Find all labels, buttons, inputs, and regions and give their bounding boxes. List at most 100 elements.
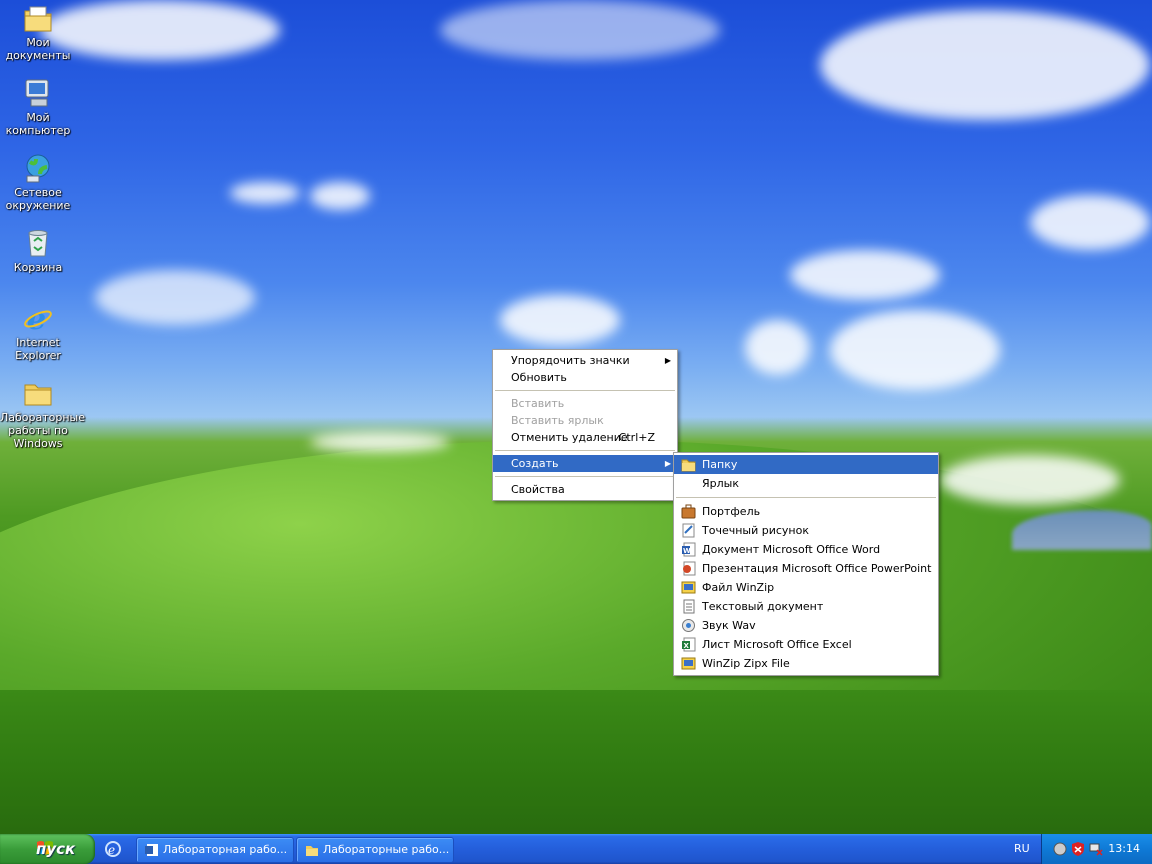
submenu-item-text-doc[interactable]: Текстовый документ bbox=[674, 597, 938, 616]
briefcase-icon bbox=[681, 504, 696, 519]
submenu-item-bitmap[interactable]: Точечный рисунок bbox=[674, 521, 938, 540]
language-indicator[interactable]: RU bbox=[1014, 842, 1030, 855]
cloud bbox=[230, 182, 300, 204]
desktop-icon-label: Сетевое окружение bbox=[5, 186, 71, 212]
menu-item-label: Текстовый документ bbox=[702, 600, 824, 613]
winzip-icon bbox=[681, 580, 696, 595]
cloud bbox=[40, 0, 280, 60]
recycle-bin-icon bbox=[22, 227, 54, 259]
menu-item-label: WinZip Zipx File bbox=[702, 657, 790, 670]
submenu-item-wav[interactable]: Звук Wav bbox=[674, 616, 938, 635]
text-doc-icon bbox=[681, 599, 696, 614]
svg-text:e: e bbox=[108, 843, 115, 857]
cloud bbox=[310, 432, 450, 452]
start-button[interactable]: пуск bbox=[0, 834, 95, 864]
menu-item-label: Вставить bbox=[511, 397, 565, 410]
desktop-icon-label: Лабораторные работы по Windows bbox=[0, 411, 86, 450]
winzip-zipx-icon bbox=[681, 656, 696, 671]
menu-item-label: Ярлык bbox=[702, 477, 739, 490]
menu-item-undo-delete[interactable]: Отменить удаление Ctrl+Z bbox=[493, 429, 677, 446]
menu-separator bbox=[495, 390, 675, 391]
internet-explorer-icon: e bbox=[22, 302, 54, 337]
submenu-item-briefcase[interactable]: Портфель bbox=[674, 502, 938, 521]
menu-item-label: Папку bbox=[702, 458, 738, 471]
desktop[interactable]: Мои документы Мой компьютер Сетевое окру… bbox=[0, 0, 1152, 834]
desktop-context-menu: Упорядочить значки ▶ Обновить Вставить В… bbox=[492, 349, 678, 501]
folder-icon bbox=[305, 842, 319, 862]
desktop-icon-lab-folder[interactable]: Лабораторные работы по Windows bbox=[0, 377, 86, 450]
background-grass bbox=[0, 690, 1152, 834]
wav-sound-icon bbox=[681, 618, 696, 633]
desktop-icon-recycle-bin[interactable]: Корзина bbox=[0, 227, 76, 274]
menu-separator bbox=[495, 476, 675, 477]
word-doc-icon bbox=[145, 842, 159, 862]
start-label: пуск bbox=[36, 840, 76, 858]
desktop-icon-label: Корзина bbox=[13, 261, 63, 274]
new-submenu: Папку Ярлык Портфель Точечный рисунок W … bbox=[673, 452, 939, 676]
cloud bbox=[440, 0, 720, 60]
menu-item-label: Звук Wav bbox=[702, 619, 756, 632]
desktop-icon-internet-explorer[interactable]: e Internet Explorer bbox=[0, 302, 76, 362]
taskbar-button-folder[interactable]: Лабораторные рабо... bbox=[296, 837, 454, 863]
cloud bbox=[95, 270, 255, 325]
desktop-icon-label: Мои документы bbox=[5, 36, 71, 62]
menu-item-label: Вставить ярлык bbox=[511, 414, 604, 427]
submenu-item-shortcut[interactable]: Ярлык bbox=[674, 474, 938, 493]
menu-item-paste-shortcut[interactable]: Вставить ярлык bbox=[493, 412, 677, 429]
cloud bbox=[310, 182, 370, 210]
menu-item-refresh[interactable]: Обновить bbox=[493, 369, 677, 386]
desktop-icon-my-computer[interactable]: Мой компьютер bbox=[0, 77, 76, 137]
shortcut-icon bbox=[681, 476, 696, 491]
menu-item-label: Обновить bbox=[511, 371, 567, 384]
menu-item-paste[interactable]: Вставить bbox=[493, 395, 677, 412]
system-tray: 13:14 bbox=[1041, 834, 1152, 864]
menu-item-label: Точечный рисунок bbox=[702, 524, 809, 537]
network-places-icon bbox=[22, 152, 54, 184]
svg-text:X: X bbox=[684, 642, 690, 650]
menu-item-label: Свойства bbox=[511, 483, 565, 496]
menu-item-label: Создать bbox=[511, 457, 559, 470]
my-computer-icon bbox=[22, 77, 54, 109]
quick-launch-ie-icon[interactable]: e bbox=[104, 840, 122, 858]
menu-item-label: Документ Microsoft Office Word bbox=[702, 543, 881, 556]
bitmap-icon bbox=[681, 523, 696, 538]
excel-icon: X bbox=[681, 637, 696, 652]
security-shield-icon[interactable] bbox=[1070, 841, 1086, 857]
cloud bbox=[790, 250, 940, 300]
submenu-item-zipx[interactable]: WinZip Zipx File bbox=[674, 654, 938, 673]
submenu-item-folder[interactable]: Папку bbox=[674, 455, 938, 474]
folder-icon bbox=[681, 457, 696, 472]
submenu-item-excel[interactable]: X Лист Microsoft Office Excel bbox=[674, 635, 938, 654]
menu-item-label: Презентация Microsoft Office PowerPoint bbox=[702, 562, 932, 575]
speaker-icon[interactable] bbox=[1052, 841, 1068, 857]
desktop-icon-my-documents[interactable]: Мои документы bbox=[0, 2, 76, 62]
menu-separator bbox=[495, 450, 675, 451]
menu-item-new[interactable]: Создать ▶ bbox=[493, 455, 677, 472]
menu-item-label: Файл WinZip bbox=[702, 581, 775, 594]
cloud bbox=[820, 10, 1150, 120]
powerpoint-icon bbox=[681, 561, 696, 576]
menu-item-shortcut: Ctrl+Z bbox=[618, 431, 655, 444]
desktop-icon-network[interactable]: Сетевое окружение bbox=[0, 152, 76, 212]
desktop-icon-label: Internet Explorer bbox=[15, 336, 61, 362]
network-status-icon[interactable] bbox=[1088, 841, 1104, 857]
cloud bbox=[500, 295, 620, 345]
taskbar-button-label: Лабораторная рабо... bbox=[163, 843, 288, 856]
menu-separator bbox=[676, 497, 936, 498]
submenu-item-word[interactable]: W Документ Microsoft Office Word bbox=[674, 540, 938, 559]
submenu-item-powerpoint[interactable]: Презентация Microsoft Office PowerPoint bbox=[674, 559, 938, 578]
cloud bbox=[940, 455, 1120, 505]
word-doc-icon: W bbox=[681, 542, 696, 557]
menu-item-arrange-icons[interactable]: Упорядочить значки ▶ bbox=[493, 352, 677, 369]
cloud bbox=[1030, 195, 1150, 250]
taskbar-button-word[interactable]: Лабораторная рабо... bbox=[136, 837, 294, 863]
menu-item-label: Отменить удаление bbox=[511, 431, 628, 444]
menu-item-label: Портфель bbox=[702, 505, 761, 518]
submenu-arrow-icon: ▶ bbox=[664, 356, 671, 365]
submenu-item-winzip[interactable]: Файл WinZip bbox=[674, 578, 938, 597]
submenu-arrow-icon: ▶ bbox=[664, 459, 671, 468]
taskbar-button-label: Лабораторные рабо... bbox=[323, 843, 450, 856]
menu-item-properties[interactable]: Свойства bbox=[493, 481, 677, 498]
cloud bbox=[830, 310, 1000, 390]
clock[interactable]: 13:14 bbox=[1108, 842, 1140, 855]
